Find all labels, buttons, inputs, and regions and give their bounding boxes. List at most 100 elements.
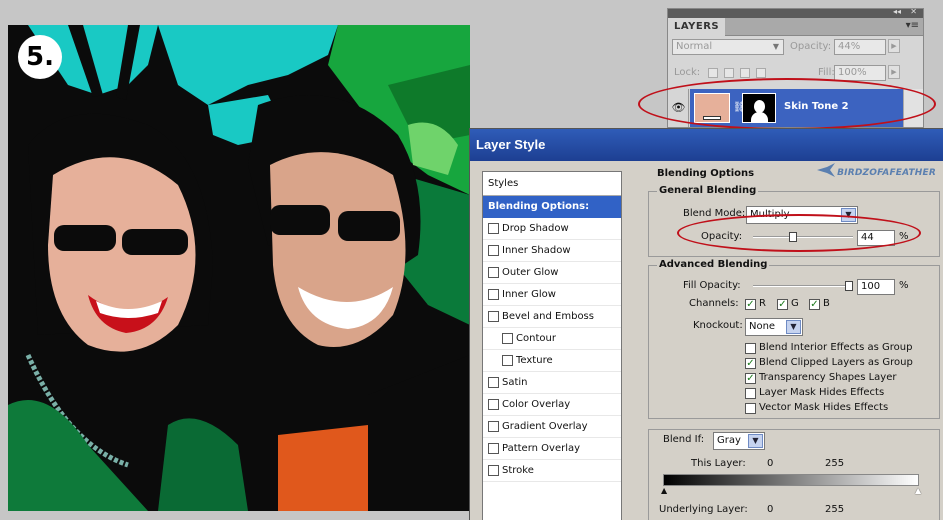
- channel-b-label: B: [823, 298, 830, 309]
- opacity-label: Opacity:: [790, 41, 832, 52]
- opacity-slider-thumb[interactable]: [789, 232, 797, 242]
- styles-header[interactable]: Styles: [483, 172, 621, 196]
- advanced-option-label: Transparency Shapes Layer: [759, 372, 897, 383]
- fill-opacity-slider[interactable]: [753, 285, 853, 287]
- style-item-label: Bevel and Emboss: [502, 311, 594, 322]
- style-checkbox[interactable]: [488, 223, 499, 234]
- layer-row-skin-tone-2[interactable]: 👁 ⛓ Skin Tone 2: [669, 89, 924, 127]
- style-checkbox[interactable]: [488, 421, 499, 432]
- layer-name[interactable]: Skin Tone 2: [784, 101, 849, 112]
- channel-r-label: R: [759, 298, 766, 309]
- lock-position-icon[interactable]: [740, 68, 750, 78]
- style-item[interactable]: Contour: [483, 328, 621, 350]
- advanced-option-checkbox[interactable]: [745, 403, 756, 414]
- style-checkbox[interactable]: [502, 355, 513, 366]
- fill-label: Fill:: [818, 67, 835, 78]
- chevron-down-icon: ▼: [748, 434, 763, 448]
- blend-if-select[interactable]: Gray ▼: [713, 432, 765, 450]
- channel-b-checkbox[interactable]: ✓: [809, 299, 820, 310]
- chevron-down-icon: ▼: [841, 208, 856, 222]
- opacity-slider-button[interactable]: ▶: [888, 39, 900, 53]
- advanced-option-label: Blend Interior Effects as Group: [759, 342, 913, 353]
- step-number-label: 5.: [18, 35, 62, 79]
- this-layer-label: This Layer:: [691, 458, 746, 469]
- this-layer-black-slider[interactable]: ▲: [661, 486, 667, 495]
- style-item[interactable]: Satin: [483, 372, 621, 394]
- style-item-label: Stroke: [502, 465, 534, 476]
- style-checkbox[interactable]: [488, 245, 499, 256]
- fill-opacity-input[interactable]: 100: [857, 279, 895, 295]
- lock-transparent-icon[interactable]: [708, 68, 718, 78]
- style-checkbox[interactable]: [488, 267, 499, 278]
- advanced-blending-label: Advanced Blending: [657, 259, 770, 270]
- layer-fill-value: 100%: [838, 67, 867, 78]
- layer-thumbnail[interactable]: [694, 93, 730, 123]
- opacity-slider[interactable]: [753, 236, 853, 238]
- watermark-logo: BIRDZOFAFEATHER: [817, 161, 936, 178]
- close-icon[interactable]: ✕: [910, 7, 917, 16]
- this-layer-gradient[interactable]: [663, 474, 919, 486]
- style-items: Drop Shadow Inner Shadow Outer Glow Inner G…: [483, 218, 621, 482]
- style-checkbox[interactable]: [488, 399, 499, 410]
- style-item[interactable]: Bevel and Emboss: [483, 306, 621, 328]
- style-item[interactable]: Pattern Overlay: [483, 438, 621, 460]
- style-item[interactable]: Texture: [483, 350, 621, 372]
- style-item-label: Satin: [502, 377, 528, 388]
- style-item[interactable]: Inner Shadow: [483, 240, 621, 262]
- lock-all-icon[interactable]: [756, 68, 766, 78]
- layers-scrollbar[interactable]: [903, 89, 923, 127]
- chevron-down-icon: ▼: [772, 42, 780, 51]
- photo-canvas: 5.: [8, 25, 470, 511]
- style-item[interactable]: Outer Glow: [483, 262, 621, 284]
- style-checkbox[interactable]: [488, 377, 499, 388]
- style-item-label: Texture: [516, 355, 553, 366]
- knockout-select[interactable]: None ▼: [745, 318, 803, 336]
- advanced-blending-group: Advanced Blending Fill Opacity: 100 % Ch…: [648, 259, 940, 419]
- style-item[interactable]: Stroke: [483, 460, 621, 482]
- lock-image-icon[interactable]: [724, 68, 734, 78]
- panel-menu-icon[interactable]: ▾≡: [906, 20, 919, 31]
- style-item[interactable]: Drop Shadow: [483, 218, 621, 240]
- opacity-percent: %: [899, 231, 909, 242]
- underlying-layer-max: 255: [825, 504, 845, 515]
- channel-g-checkbox[interactable]: ✓: [777, 299, 788, 310]
- advanced-option-checkbox[interactable]: [745, 343, 756, 354]
- advanced-option-checkbox[interactable]: ✓: [745, 358, 756, 369]
- advanced-option-checkbox[interactable]: ✓: [745, 373, 756, 384]
- opacity-label: Opacity:: [701, 231, 743, 242]
- this-layer-white-slider[interactable]: ▲: [915, 486, 921, 495]
- opacity-input[interactable]: 44: [857, 230, 895, 246]
- blending-options-item[interactable]: Blending Options: Custom: [483, 196, 621, 234]
- layer-fill-field[interactable]: 100%: [834, 65, 886, 81]
- advanced-option-label: Blend Clipped Layers as Group: [759, 357, 913, 368]
- style-checkbox[interactable]: [488, 465, 499, 476]
- style-checkbox[interactable]: [488, 443, 499, 454]
- channel-r-checkbox[interactable]: ✓: [745, 299, 756, 310]
- style-item[interactable]: Inner Glow: [483, 284, 621, 306]
- style-checkbox[interactable]: [488, 289, 499, 300]
- fill-opacity-label: Fill Opacity:: [683, 280, 741, 291]
- general-blending-label: General Blending: [657, 185, 759, 196]
- layer-blend-mode-select[interactable]: Normal ▼: [672, 39, 784, 55]
- channel-g-label: G: [791, 298, 799, 309]
- layer-opacity-field[interactable]: 44%: [834, 39, 886, 55]
- fill-slider-button[interactable]: ▶: [888, 65, 900, 79]
- blend-if-group: Blend If: Gray ▼ This Layer: 0 255 ▲ ▲ U…: [648, 429, 940, 520]
- fill-opacity-slider-thumb[interactable]: [845, 281, 853, 291]
- style-checkbox[interactable]: [488, 311, 499, 322]
- styles-list: Styles Blending Options: Custom Drop Sha…: [482, 171, 622, 520]
- eye-icon[interactable]: 👁: [669, 89, 689, 127]
- style-item[interactable]: Color Overlay: [483, 394, 621, 416]
- style-item-label: Pattern Overlay: [502, 443, 581, 454]
- tab-layers[interactable]: LAYERS: [668, 18, 726, 36]
- collapse-icon[interactable]: ◂◂: [893, 7, 901, 16]
- knockout-value: None: [749, 321, 776, 332]
- blend-mode-select[interactable]: Multiply ▼: [746, 206, 858, 224]
- layer-mask-thumbnail[interactable]: [742, 93, 776, 123]
- posterized-photo: [8, 25, 470, 511]
- style-checkbox[interactable]: [502, 333, 513, 344]
- style-item[interactable]: Gradient Overlay: [483, 416, 621, 438]
- style-item-label: Drop Shadow: [502, 223, 569, 234]
- style-item-label: Outer Glow: [502, 267, 559, 278]
- advanced-option-checkbox[interactable]: [745, 388, 756, 399]
